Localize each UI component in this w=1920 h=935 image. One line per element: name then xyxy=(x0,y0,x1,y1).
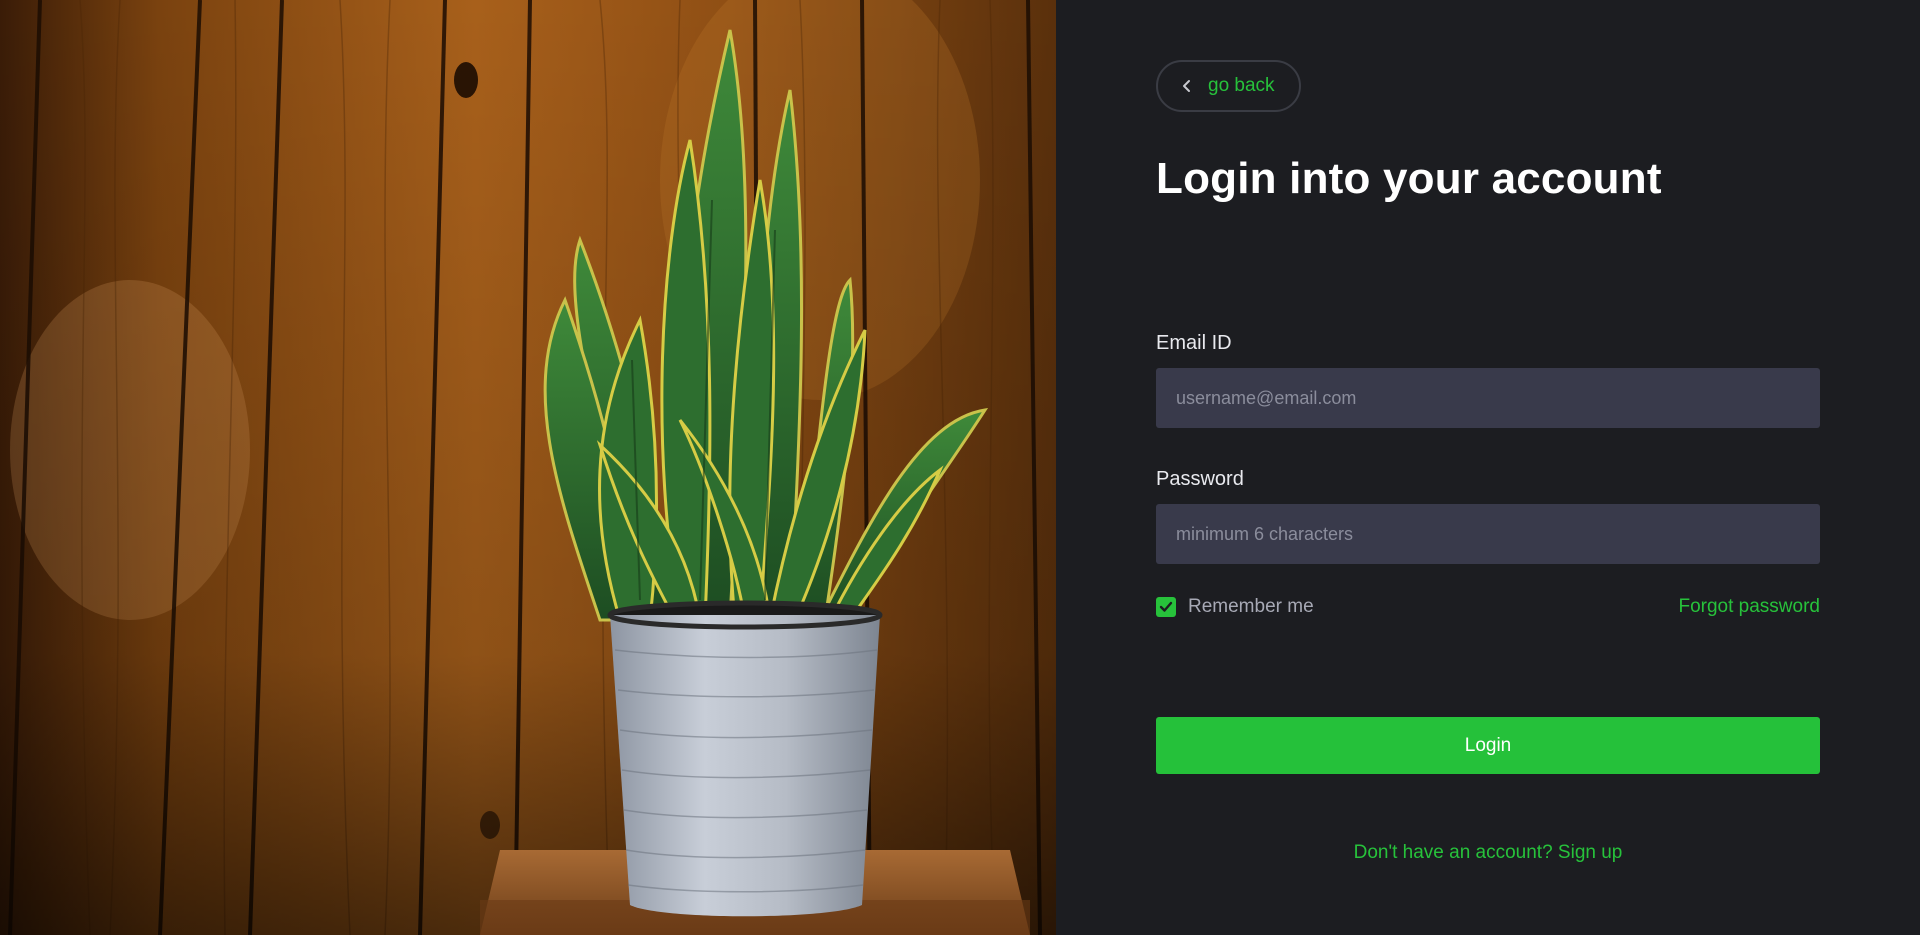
chevron-left-icon xyxy=(1180,79,1194,93)
remember-me-label: Remember me xyxy=(1188,596,1314,617)
hero-photo xyxy=(0,0,1056,935)
login-page: go back Login into your account Email ID… xyxy=(0,0,1920,935)
go-back-label: go back xyxy=(1208,75,1275,96)
login-button[interactable]: Login xyxy=(1156,717,1820,774)
email-field[interactable] xyxy=(1156,368,1820,428)
remember-me[interactable]: Remember me xyxy=(1156,596,1314,618)
check-icon xyxy=(1159,601,1173,612)
remember-me-checkbox[interactable] xyxy=(1156,597,1176,617)
login-panel: go back Login into your account Email ID… xyxy=(1056,0,1920,935)
go-back-button[interactable]: go back xyxy=(1156,60,1301,112)
password-label: Password xyxy=(1156,468,1244,490)
email-label: Email ID xyxy=(1156,332,1232,354)
forgot-password-link[interactable]: Forgot password xyxy=(1678,596,1820,618)
plant-illustration xyxy=(0,0,1056,935)
signup-link[interactable]: Don't have an account? Sign up xyxy=(1156,842,1820,864)
page-title: Login into your account xyxy=(1156,154,1662,203)
password-field[interactable] xyxy=(1156,504,1820,564)
